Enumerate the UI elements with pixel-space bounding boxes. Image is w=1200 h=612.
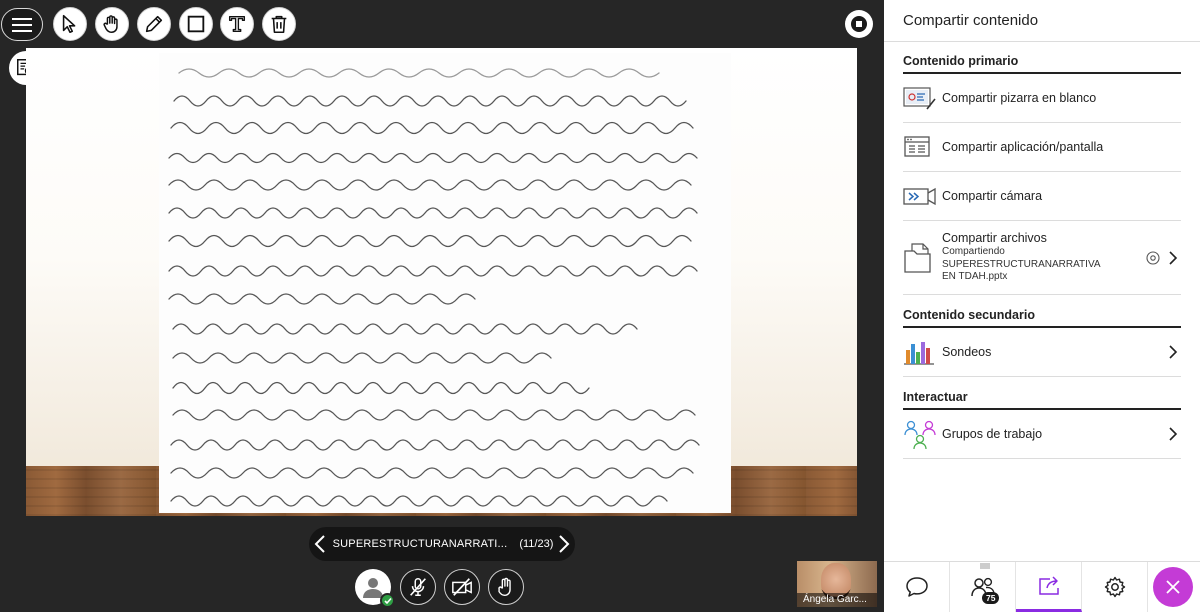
breakout-groups-item[interactable]: Grupos de trabajo [903,410,1181,459]
primary-content-heading: Contenido primario [903,42,1181,74]
chevron-right-icon [559,535,570,553]
pan-hand-icon [103,15,118,33]
shared-slide [26,48,857,516]
close-panel-tab[interactable] [1148,562,1198,612]
chat-tab[interactable] [884,562,950,612]
close-panel-button[interactable] [1153,567,1193,607]
share-screen-label: Compartir aplicación/pantalla [942,140,1104,154]
breakout-groups-icon [904,420,936,450]
stop-circle-icon [1146,250,1160,265]
stop-sharing-file-button[interactable] [1141,250,1165,265]
participant-name: Ángela Garc... [797,593,877,607]
mic-off-icon [410,578,426,596]
my-status-button[interactable] [355,569,395,608]
menu-icon [12,17,32,32]
camera-off-icon [452,578,472,596]
handwritten-page-image [159,53,731,513]
share-content-tab[interactable] [1016,562,1082,612]
attendee-count-badge: 75 [982,592,1000,604]
panel-tab-bar: 75 [884,561,1200,612]
polls-label: Sondeos [942,345,992,359]
share-camera-item[interactable]: Compartir cámara [903,172,1181,221]
text-tool-button[interactable] [220,7,254,41]
polls-item[interactable]: Sondeos [903,328,1181,377]
status-available-badge [380,593,395,608]
share-files-item[interactable]: Compartir archivos Compartiendo SUPEREST… [903,221,1181,295]
pencil-tool-button[interactable] [137,7,171,41]
rectangle-icon [187,15,205,33]
participant-video[interactable]: Ángela Garc... [797,561,877,607]
previous-slide-button[interactable] [309,527,331,561]
share-whiteboard-item[interactable]: Compartir pizarra en blanco [903,74,1181,123]
share-content-panel: Compartir contenido Contenido primario C… [884,0,1200,612]
shape-tool-button[interactable] [179,7,213,41]
settings-tab[interactable] [1082,562,1148,612]
share-screen-item[interactable]: Compartir aplicación/pantalla [903,123,1181,172]
pointer-tool-button[interactable] [53,7,87,41]
screen-share-icon [904,136,930,157]
file-share-icon [904,242,931,273]
breakout-groups-label: Grupos de trabajo [942,427,1043,441]
hand-raise-icon [498,577,511,596]
chevron-right-icon [1169,250,1178,265]
close-icon [1166,580,1180,594]
share-files-label: Compartir archivos [942,231,1047,246]
whiteboard-icon [903,87,936,110]
text-icon [228,15,246,33]
clear-tool-button[interactable] [262,7,296,41]
raise-hand-button[interactable] [488,569,524,605]
camera-toggle[interactable] [444,569,480,605]
pointer-icon [62,14,76,34]
interact-heading: Interactuar [903,377,1181,410]
settings-icon [1104,576,1125,598]
slide-filename: SUPERESTRUCTURANARRATI... [332,538,508,550]
polls-icon [904,342,934,365]
share-content-icon [1038,575,1059,595]
trash-icon [271,15,287,34]
panel-title: Compartir contenido [884,0,1200,42]
chat-icon [905,577,928,597]
pencil-icon [145,15,163,33]
chevron-right-icon [1169,345,1178,359]
menu-button[interactable] [1,8,43,41]
record-button[interactable] [845,10,873,38]
share-camera-label: Compartir cámara [942,189,1043,203]
microphone-toggle[interactable] [400,569,436,605]
slide-navigator: SUPERESTRUCTURANARRATI... (11/23) [309,527,575,561]
chevron-right-icon [1169,427,1178,441]
chevron-left-icon [314,535,325,553]
share-files-expand[interactable] [1165,250,1181,266]
stop-recording-icon [851,16,867,32]
secondary-content-heading: Contenido secundario [903,295,1181,328]
camera-share-icon [903,187,936,206]
pan-tool-button[interactable] [95,7,129,41]
breakout-groups-expand[interactable] [1165,426,1181,442]
next-slide-button[interactable] [553,527,575,561]
polls-expand[interactable] [1165,344,1181,360]
sharing-file-status: Compartiendo SUPERESTRUCTURANARRATIVA EN… [942,246,1100,283]
attendees-tab[interactable]: 75 [950,562,1016,612]
stage: SUPERESTRUCTURANARRATI... (11/23) Ángela… [0,0,884,612]
handwriting-scribble [168,68,700,507]
slide-counter: (11/23) [519,538,554,550]
share-whiteboard-label: Compartir pizarra en blanco [942,91,1097,105]
share-files-text: Compartir archivos Compartiendo SUPEREST… [942,231,1141,284]
